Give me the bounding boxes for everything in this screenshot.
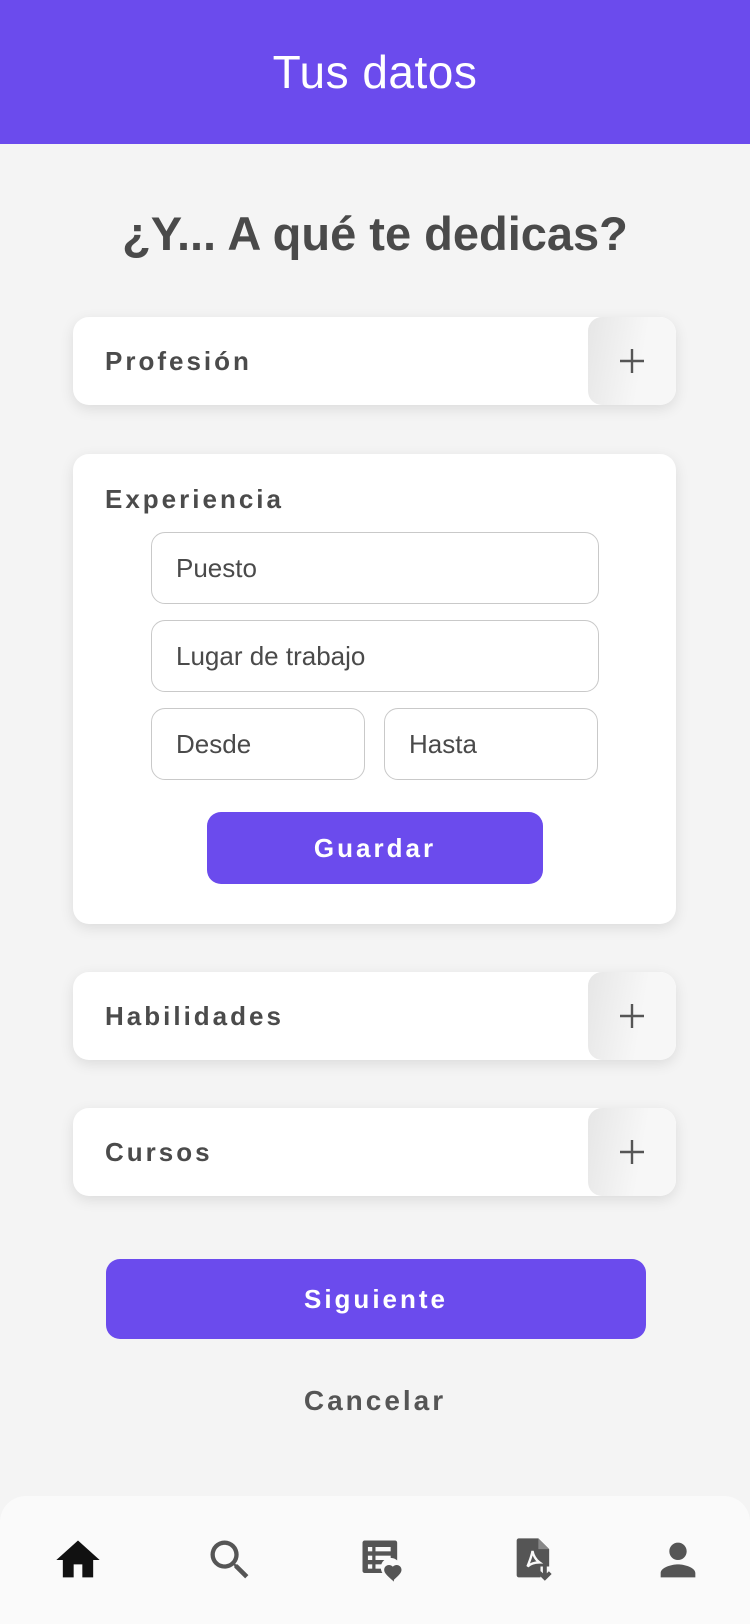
profesion-section[interactable]: Profesión: [73, 317, 676, 405]
hasta-field[interactable]: [384, 708, 598, 780]
add-cursos-button[interactable]: [588, 1108, 676, 1196]
bottom-navigation: [0, 1496, 750, 1624]
lugar-trabajo-input[interactable]: [176, 640, 598, 672]
desde-input[interactable]: [176, 728, 364, 760]
pdf-download-icon[interactable]: [508, 1534, 560, 1586]
favorites-list-icon[interactable]: [356, 1534, 408, 1586]
cursos-label: Cursos: [105, 1136, 213, 1167]
habilidades-label: Habilidades: [105, 1000, 284, 1031]
profile-icon[interactable]: [652, 1534, 704, 1586]
puesto-input[interactable]: [176, 552, 598, 584]
plus-icon: [620, 349, 644, 373]
profesion-label: Profesión: [105, 345, 252, 376]
plus-icon: [620, 1004, 644, 1028]
hasta-input[interactable]: [409, 728, 597, 760]
question-heading: ¿Y... A qué te dedicas?: [122, 207, 628, 260]
page-title: Tus datos: [272, 46, 478, 98]
puesto-field[interactable]: [151, 532, 599, 604]
cancelar-button[interactable]: Cancelar: [0, 1385, 750, 1417]
search-icon[interactable]: [204, 1534, 256, 1586]
add-habilidades-button[interactable]: [588, 972, 676, 1060]
guardar-button[interactable]: Guardar: [207, 812, 543, 884]
habilidades-section[interactable]: Habilidades: [73, 972, 676, 1060]
app-bar: Tus datos: [0, 0, 750, 144]
lugar-trabajo-field[interactable]: [151, 620, 599, 692]
siguiente-button[interactable]: Siguiente: [106, 1259, 646, 1339]
experiencia-label: Experiencia: [105, 484, 284, 514]
home-icon[interactable]: [52, 1534, 104, 1586]
desde-field[interactable]: [151, 708, 365, 780]
plus-icon: [620, 1140, 644, 1164]
add-profesion-button[interactable]: [588, 317, 676, 405]
experiencia-section: Experiencia Guardar: [73, 454, 676, 924]
cursos-section[interactable]: Cursos: [73, 1108, 676, 1196]
